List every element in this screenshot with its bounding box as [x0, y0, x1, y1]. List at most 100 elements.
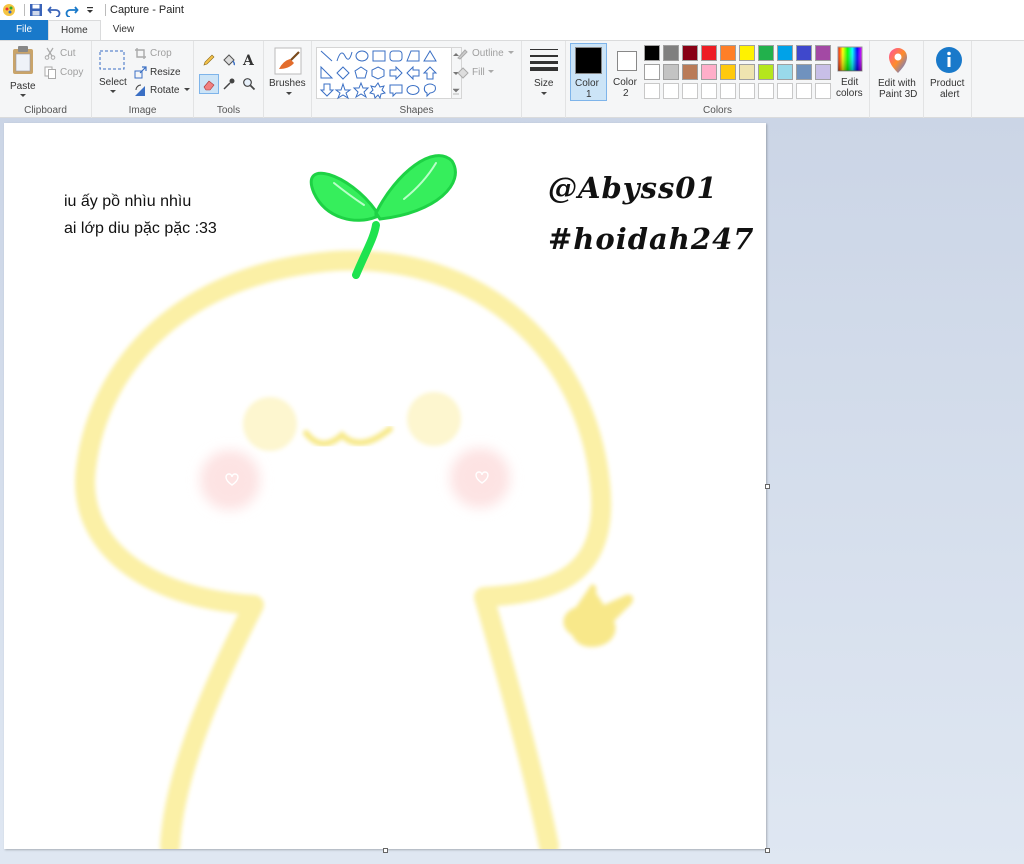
palette-swatch[interactable] [815, 45, 831, 61]
undo-icon[interactable] [47, 3, 61, 18]
shape-outlines-icon [319, 50, 438, 100]
text-tool-icon[interactable]: A [242, 53, 256, 67]
palette-swatch[interactable] [701, 64, 717, 80]
resize-button[interactable]: Resize [134, 66, 192, 80]
size-dropdown-icon [541, 92, 547, 95]
outline-icon [457, 49, 468, 60]
fill-bucket-icon[interactable] [222, 53, 236, 67]
tab-home[interactable]: Home [48, 20, 101, 41]
rotate-label: Rotate [150, 85, 180, 96]
edit-with-paint3d-button[interactable]: Edit with Paint 3D [872, 45, 924, 103]
magnifier-icon[interactable] [242, 77, 256, 91]
color1-button[interactable]: Color 1 [570, 43, 607, 101]
custom-color-slot[interactable] [777, 83, 793, 99]
custom-color-slot[interactable] [739, 83, 755, 99]
drawing-canvas[interactable]: iu ấy pồ nhìu nhìu ai lớp diu pặc pặc :3… [4, 123, 766, 849]
palette-swatch[interactable] [663, 64, 679, 80]
ribbon: Paste Cut Copy Clipboard Select Crop Res… [0, 40, 1024, 118]
palette-swatch[interactable] [720, 45, 736, 61]
palette-swatch[interactable] [815, 64, 831, 80]
image-group: Select Crop Resize Rotate Image [92, 41, 194, 118]
edit-colors-label-1: Edit [841, 77, 859, 88]
palette-swatch[interactable] [777, 45, 793, 61]
palette-swatch[interactable] [644, 64, 660, 80]
tab-file[interactable]: File [0, 20, 48, 40]
brushes-dropdown-icon [286, 92, 292, 95]
customize-quick-access-icon[interactable] [83, 3, 97, 17]
canvas-workspace[interactable]: iu ấy pồ nhìu nhìu ai lớp diu pặc pặc :3… [0, 118, 1024, 864]
custom-color-slot[interactable] [644, 83, 660, 99]
brushes-label: Brushes [269, 78, 306, 89]
select-dropdown-icon [110, 90, 116, 93]
palette-swatch[interactable] [758, 64, 774, 80]
colors-group-label: Colors [703, 105, 732, 116]
brushes-button[interactable]: Brushes [268, 46, 308, 98]
palette-swatch[interactable] [720, 64, 736, 80]
canvas-resize-handle-corner[interactable] [765, 848, 770, 853]
outline-button[interactable]: Outline [456, 47, 520, 61]
copy-button[interactable]: Copy [44, 66, 88, 80]
palette-swatch[interactable] [739, 45, 755, 61]
palette-swatch[interactable] [796, 45, 812, 61]
custom-color-slot[interactable] [663, 83, 679, 99]
color1-number: 1 [586, 89, 592, 100]
color2-button[interactable]: Color 2 [610, 43, 644, 101]
palette-swatch[interactable] [644, 45, 660, 61]
quick-access-separator [24, 4, 25, 16]
eraser-icon [203, 80, 215, 91]
canvas-resize-handle-bottom[interactable] [383, 848, 388, 853]
fill-dropdown-icon [488, 70, 494, 73]
palette-swatch[interactable] [682, 64, 698, 80]
signature-line1: @Abyss01 [548, 171, 718, 205]
scissors-icon [44, 47, 56, 60]
colors-group: Color 1 Color 2 Edit colors Colors [566, 41, 870, 118]
paste-label: Paste [10, 81, 36, 92]
signature-line2: #hoidah247 [548, 222, 755, 256]
color1-swatch [575, 47, 602, 74]
custom-color-slot[interactable] [682, 83, 698, 99]
product-alert-button[interactable]: Product alert [926, 45, 972, 103]
fill-button[interactable]: Fill [456, 66, 520, 80]
palette-swatch[interactable] [663, 45, 679, 61]
paint-window: Capture - Paint File Home View Paste Cut… [0, 0, 1024, 864]
cut-button[interactable]: Cut [44, 47, 88, 61]
paint3d-label-2: Paint 3D [879, 89, 918, 100]
size-button[interactable]: Size [526, 45, 562, 103]
paint3d-icon [889, 48, 907, 73]
paint-app-icon[interactable] [2, 3, 16, 17]
pencil-icon[interactable] [202, 53, 216, 67]
palette-swatch[interactable] [777, 64, 793, 80]
paste-button[interactable]: Paste [8, 45, 38, 97]
edit-colors-button[interactable]: Edit colors [832, 45, 868, 103]
crop-button[interactable]: Crop [134, 47, 192, 61]
select-button[interactable]: Select [96, 47, 130, 99]
palette-swatch[interactable] [701, 45, 717, 61]
palette-swatch[interactable] [682, 45, 698, 61]
rotate-button[interactable]: Rotate [134, 84, 192, 98]
redo-icon[interactable] [65, 3, 79, 18]
canvas-note-line2: ai lớp diu pặc pặc :33 [64, 220, 217, 237]
color1-label: Color [575, 78, 599, 89]
shapes-gallery[interactable] [316, 47, 452, 100]
paint3d-group: Edit with Paint 3D [870, 41, 924, 118]
crop-icon [135, 48, 146, 59]
product-alert-label-2: alert [940, 89, 960, 100]
custom-color-slot[interactable] [796, 83, 812, 99]
eraser-tool-button[interactable] [199, 74, 219, 94]
custom-color-slot[interactable] [720, 83, 736, 99]
palette-swatch[interactable] [796, 64, 812, 80]
custom-color-slot[interactable] [758, 83, 774, 99]
custom-color-slot[interactable] [815, 83, 831, 99]
title-separator [105, 4, 106, 16]
palette-swatch[interactable] [758, 45, 774, 61]
custom-color-slot[interactable] [701, 83, 717, 99]
tab-view[interactable]: View [101, 20, 147, 40]
copy-icon [44, 66, 56, 79]
color-picker-icon[interactable] [222, 77, 236, 91]
shapes-group: Outline Fill Shapes [312, 41, 522, 118]
canvas-resize-handle-right[interactable] [765, 484, 770, 489]
palette-swatch[interactable] [739, 64, 755, 80]
info-icon [936, 47, 962, 73]
tools-group-label: Tools [216, 105, 241, 116]
save-icon[interactable] [29, 3, 43, 17]
